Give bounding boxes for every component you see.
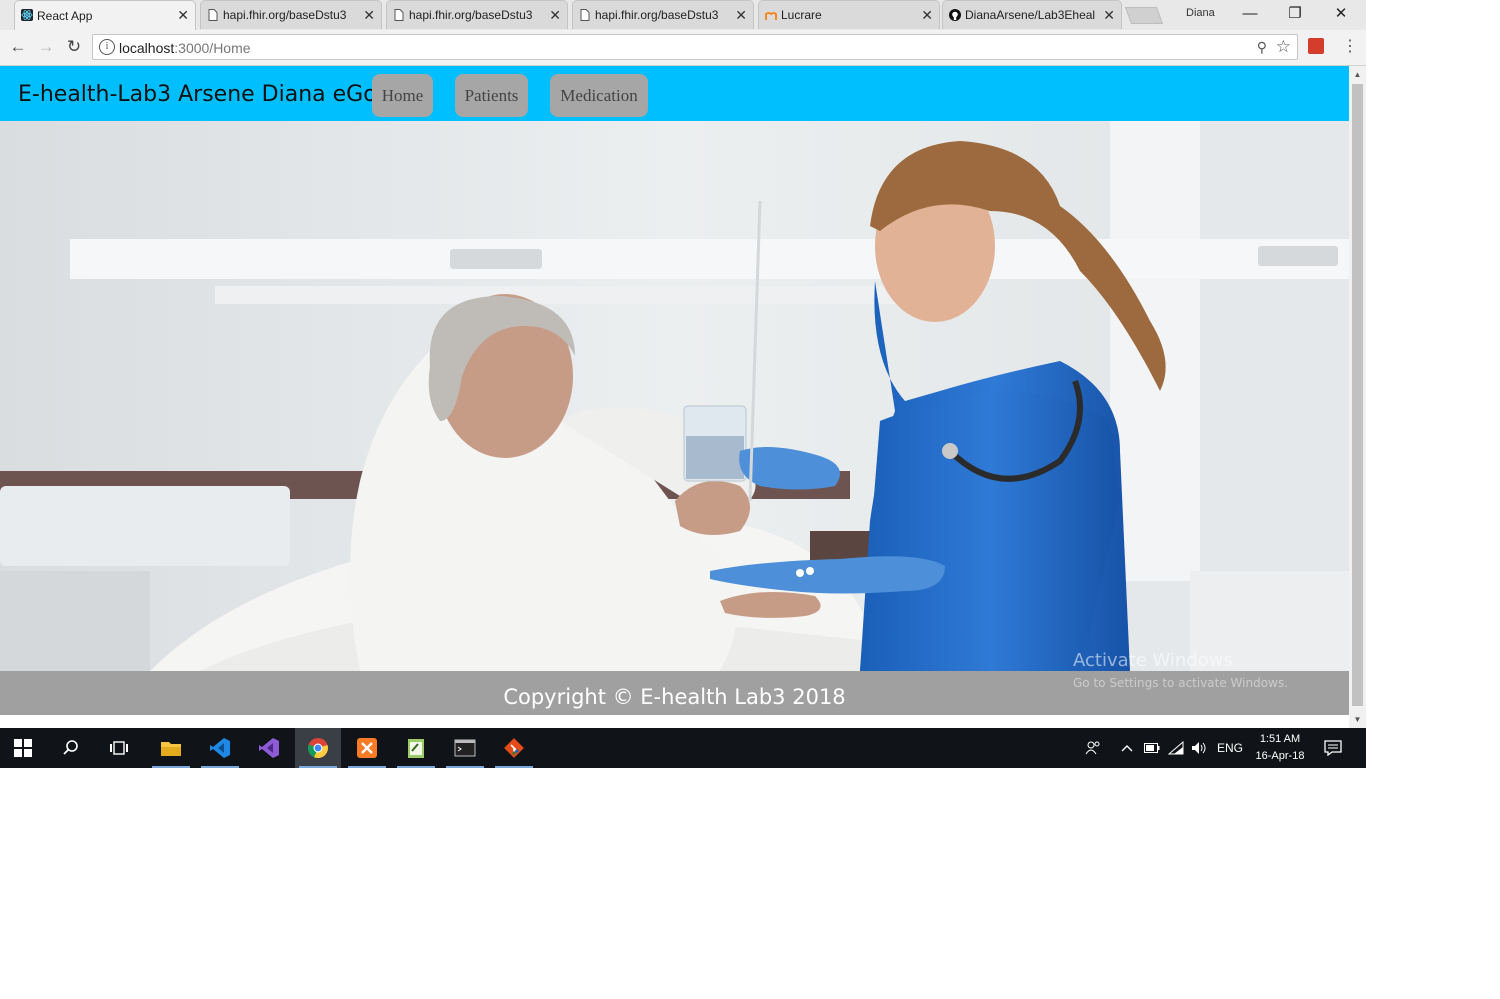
page-icon xyxy=(580,9,590,21)
tab-close-icon[interactable]: ✕ xyxy=(363,7,375,24)
tab-title: hapi.fhir.org/baseDstu3 xyxy=(223,8,347,22)
profile-name[interactable]: Diana xyxy=(1186,7,1215,19)
tab-title: DianaArsene/Lab3Eheal xyxy=(965,8,1096,22)
page-scrollbar[interactable]: ▲ ▼ xyxy=(1349,66,1366,728)
tab-close-icon[interactable]: ✕ xyxy=(177,7,189,24)
page-icon xyxy=(208,9,218,21)
new-tab-button[interactable] xyxy=(1124,7,1164,24)
volume-icon[interactable] xyxy=(1191,728,1207,768)
minimize-icon[interactable]: — xyxy=(1230,3,1270,25)
taskbar-clock[interactable]: 1:51 AM 16-Apr-18 xyxy=(1248,731,1312,765)
nav-home-button[interactable]: Home xyxy=(372,74,433,117)
search-icon[interactable] xyxy=(48,728,94,768)
xampp-icon[interactable] xyxy=(344,728,390,768)
site-info-icon[interactable]: i xyxy=(99,39,115,55)
nav-medication-button[interactable]: Medication xyxy=(550,74,648,117)
terminal-icon[interactable] xyxy=(442,728,488,768)
url-path: :3000/Home xyxy=(174,40,251,56)
tab-hapi-fhir-1[interactable]: hapi.fhir.org/baseDstu3 ✕ xyxy=(200,0,382,29)
address-bar[interactable]: i localhost:3000/Home ⚲ ☆ xyxy=(92,34,1298,60)
people-icon[interactable] xyxy=(1085,728,1101,768)
tab-hapi-fhir-2[interactable]: hapi.fhir.org/baseDstu3 ✕ xyxy=(386,0,568,29)
windows-taskbar: ENG 1:51 AM 16-Apr-18 xyxy=(0,728,1366,768)
tab-title: hapi.fhir.org/baseDstu3 xyxy=(595,8,719,22)
language-indicator[interactable]: ENG xyxy=(1217,728,1243,768)
git-icon[interactable] xyxy=(491,728,537,768)
vscode-icon[interactable] xyxy=(197,728,243,768)
tray-chevron-up-icon[interactable] xyxy=(1121,728,1133,768)
activate-windows-subtitle: Go to Settings to activate Windows. xyxy=(1073,676,1288,690)
tab-lucrare[interactable]: Lucrare ✕ xyxy=(758,0,940,29)
tab-github[interactable]: DianaArsene/Lab3Eheal ✕ xyxy=(942,0,1122,29)
clock-date: 16-Apr-18 xyxy=(1255,750,1305,762)
zoom-icon[interactable]: ⚲ xyxy=(1257,39,1267,56)
extension-icon[interactable] xyxy=(1308,38,1324,54)
hero-image-nurse-and-patient xyxy=(0,121,1349,671)
react-icon xyxy=(21,9,33,21)
app-navbar: E-health-Lab3 Arsene Diana eGov Home Pat… xyxy=(0,66,1349,121)
tab-hapi-fhir-3[interactable]: hapi.fhir.org/baseDstu3 ✕ xyxy=(572,0,754,29)
menu-dots-icon[interactable]: ⋮ xyxy=(1342,36,1358,56)
reload-icon[interactable]: ↻ xyxy=(63,36,85,58)
web-page: E-health-Lab3 Arsene Diana eGov Home Pat… xyxy=(0,66,1349,728)
nav-patients-button[interactable]: Patients xyxy=(455,74,528,117)
back-icon[interactable]: ← xyxy=(7,36,29,58)
clock-time: 1:51 AM xyxy=(1259,733,1301,745)
browser-toolbar: ← → ↻ i localhost:3000/Home ⚲ ☆ ⋮ xyxy=(0,30,1366,66)
notepad-icon[interactable] xyxy=(393,728,439,768)
github-icon xyxy=(949,9,961,21)
file-explorer-icon[interactable] xyxy=(148,728,194,768)
bookmark-star-icon[interactable]: ☆ xyxy=(1276,37,1291,57)
restore-icon[interactable]: ❐ xyxy=(1275,3,1315,25)
moodle-icon xyxy=(765,12,777,20)
browser-tab-strip: React App ✕ hapi.fhir.org/baseDstu3 ✕ ha… xyxy=(0,0,1366,30)
tab-title: hapi.fhir.org/baseDstu3 xyxy=(409,8,533,22)
chrome-icon[interactable] xyxy=(295,728,341,768)
action-center-icon[interactable] xyxy=(1324,728,1342,768)
start-icon[interactable] xyxy=(0,728,46,768)
scroll-down-arrow-icon[interactable]: ▼ xyxy=(1349,711,1366,728)
tab-close-icon[interactable]: ✕ xyxy=(921,7,933,24)
app-brand[interactable]: E-health-Lab3 Arsene Diana eGov xyxy=(18,82,390,107)
tab-title: React App xyxy=(37,8,93,23)
scrollbar-thumb[interactable] xyxy=(1352,84,1363,706)
activate-windows-watermark: Activate Windows xyxy=(1073,650,1233,671)
page-icon xyxy=(394,9,404,21)
forward-icon[interactable]: → xyxy=(35,36,57,58)
tab-close-icon[interactable]: ✕ xyxy=(549,7,561,24)
scroll-up-arrow-icon[interactable]: ▲ xyxy=(1349,66,1366,83)
url-text: localhost:3000/Home xyxy=(119,40,251,56)
tab-close-icon[interactable]: ✕ xyxy=(1103,7,1115,24)
tab-react-app[interactable]: React App ✕ xyxy=(14,0,196,30)
tab-close-icon[interactable]: ✕ xyxy=(735,7,747,24)
url-host: localhost xyxy=(119,40,175,56)
tab-title: Lucrare xyxy=(781,8,822,22)
wifi-icon[interactable] xyxy=(1168,728,1184,768)
visual-studio-icon[interactable] xyxy=(246,728,292,768)
screen: React App ✕ hapi.fhir.org/baseDstu3 ✕ ha… xyxy=(0,0,1366,768)
task-view-icon[interactable] xyxy=(96,728,142,768)
battery-icon[interactable] xyxy=(1144,728,1160,768)
window-close-icon[interactable]: ✕ xyxy=(1321,3,1361,25)
